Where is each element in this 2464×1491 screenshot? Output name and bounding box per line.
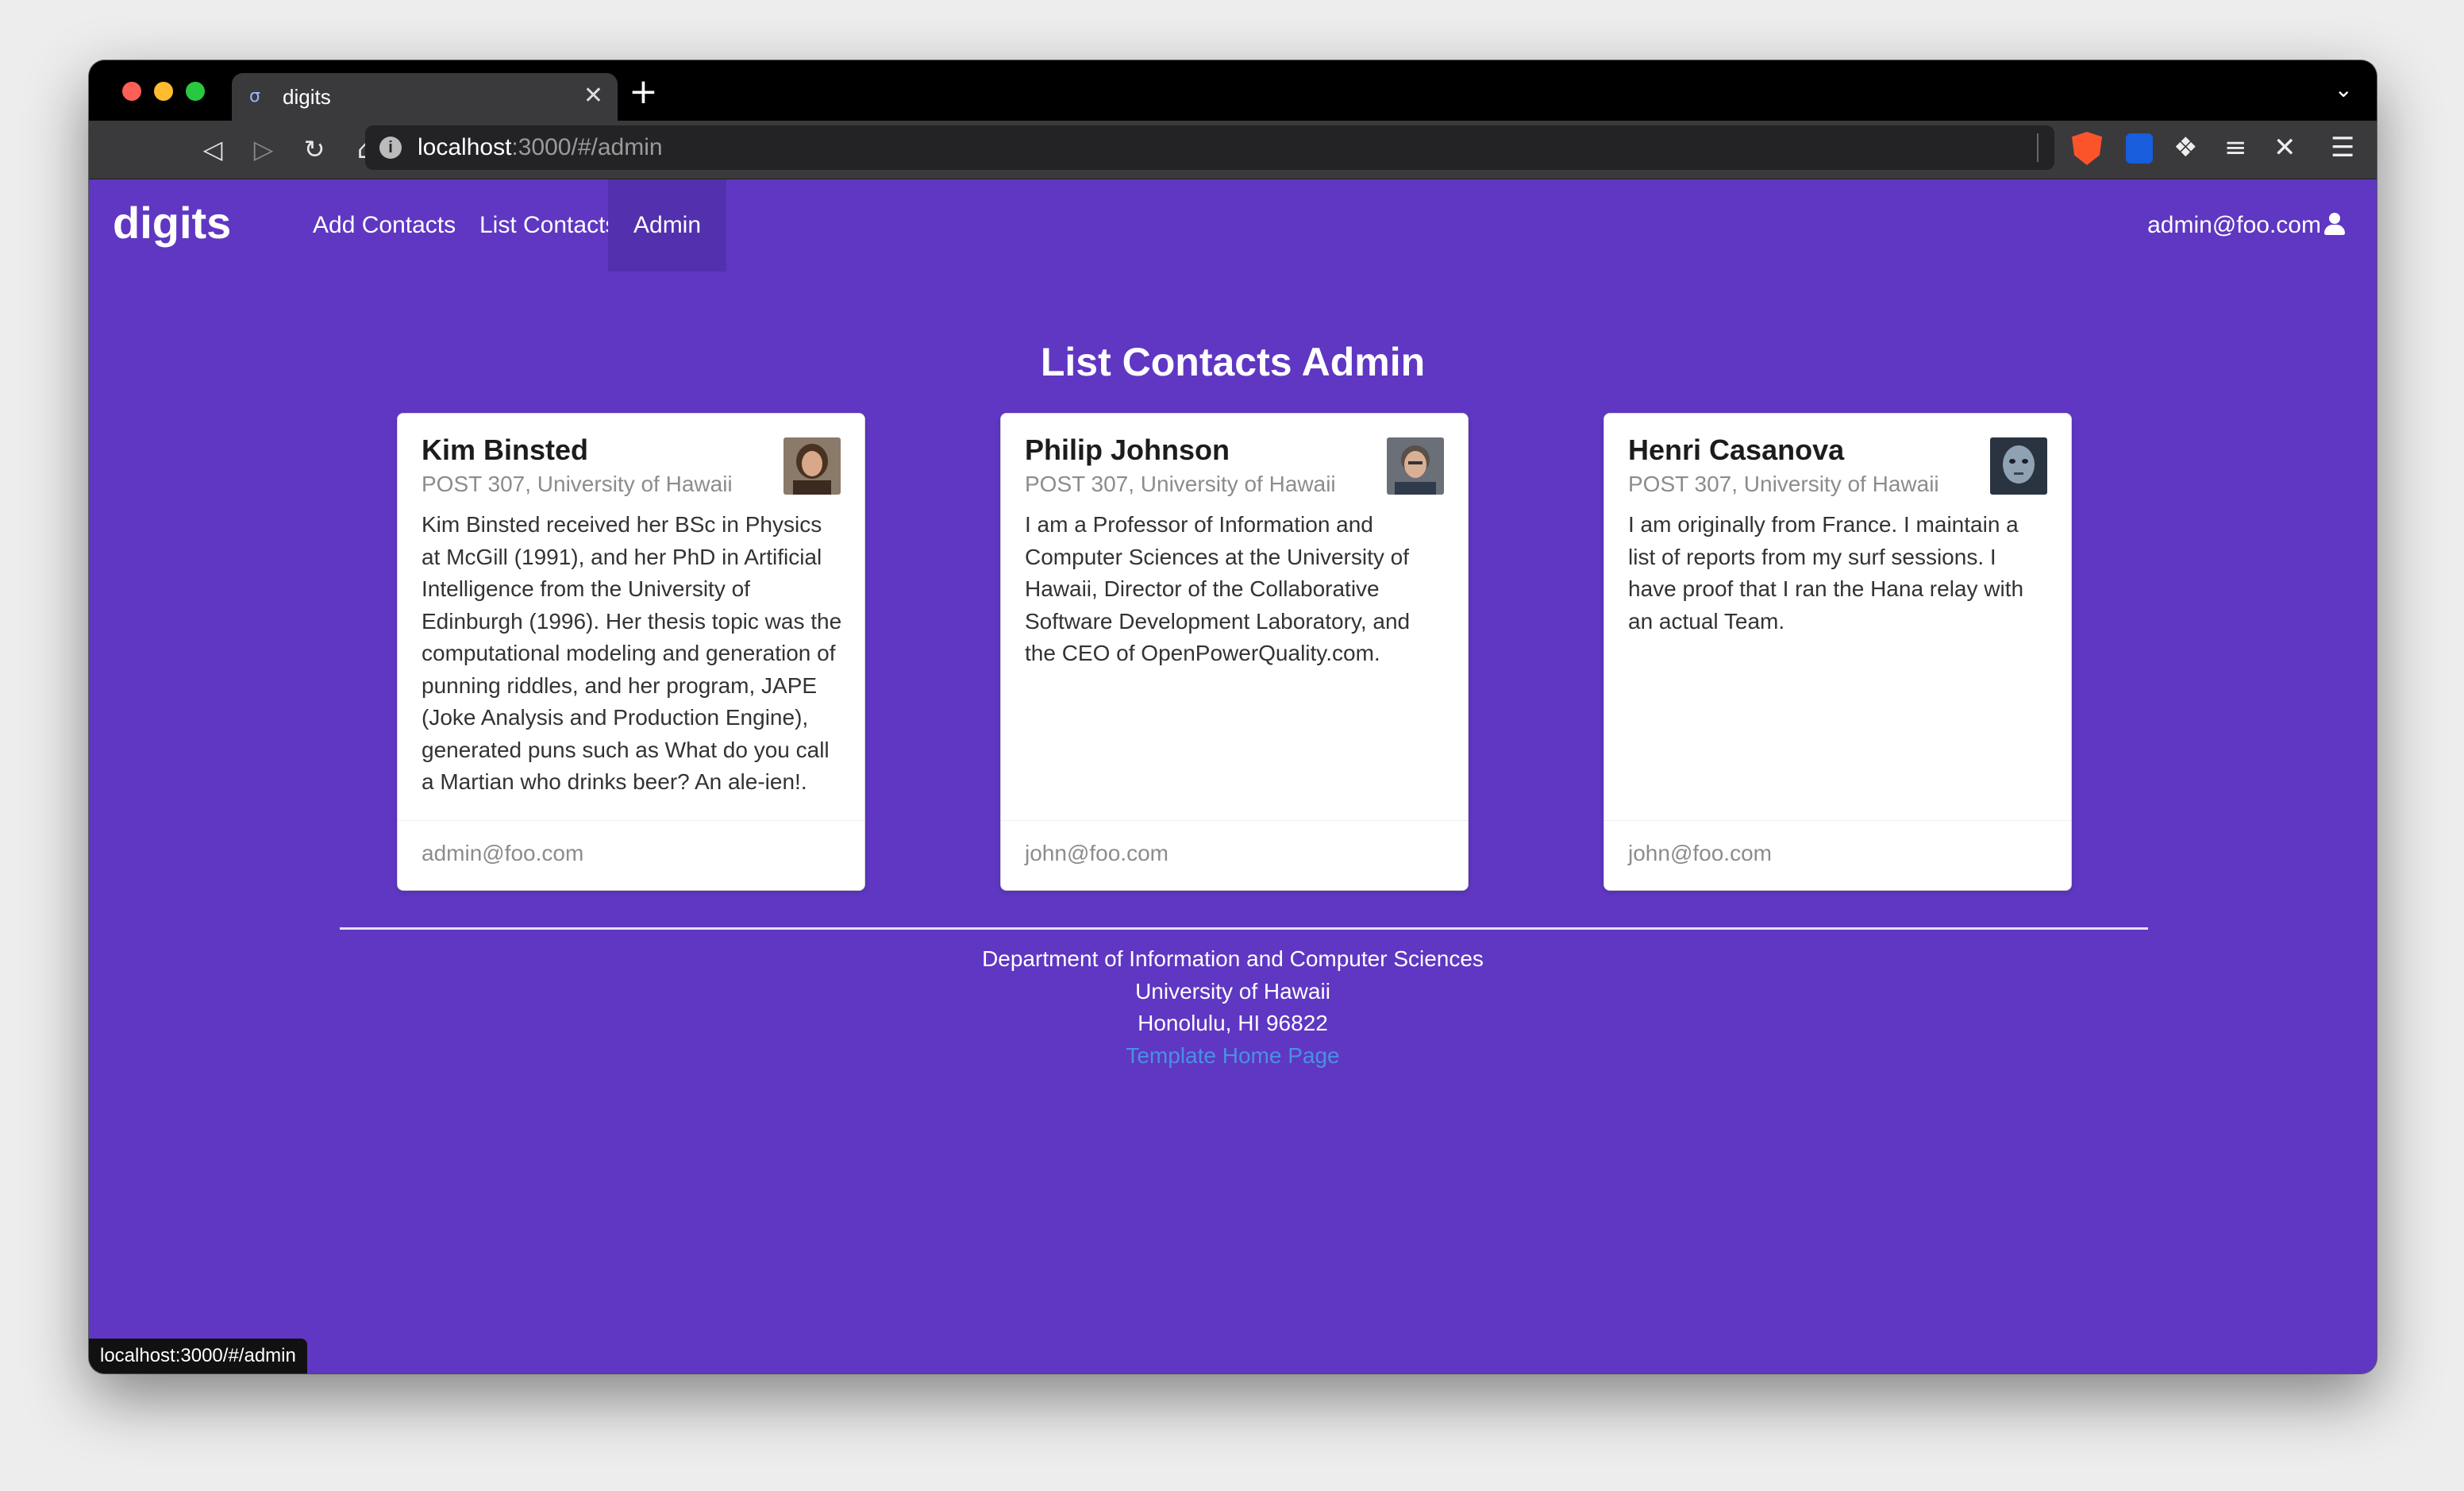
status-bar: localhost:3000/#/admin: [89, 1339, 307, 1373]
forward-icon[interactable]: ▷: [248, 133, 279, 165]
contact-name: Henri Casanova: [1628, 433, 1845, 466]
new-tab-icon[interactable]: +: [629, 73, 658, 111]
footer-city: Honolulu, HI 96822: [1138, 1011, 1328, 1035]
minimize-window-button[interactable]: [154, 82, 173, 101]
tab-strip: σ digits ✕ + ⌄: [89, 60, 2377, 121]
url-host: localhost: [418, 134, 512, 160]
navbar: digits Add Contacts List Contacts Admin …: [89, 179, 2377, 272]
brand-logo[interactable]: digits: [113, 195, 231, 251]
tab-close-icon[interactable]: ✕: [583, 83, 603, 110]
extension-x-icon[interactable]: ✕: [2273, 129, 2297, 167]
nav-add-contacts[interactable]: Add Contacts: [287, 179, 481, 272]
contact-owner: admin@foo.com: [422, 841, 584, 865]
media-queue-icon[interactable]: ≡: [2224, 129, 2247, 167]
contact-description: I am a Professor of Information and Comp…: [1025, 512, 1411, 665]
contact-avatar: [783, 437, 841, 495]
contact-owner: john@foo.com: [1025, 841, 1168, 865]
tab-favicon-icon: σ: [249, 87, 260, 106]
nav-admin[interactable]: Admin: [608, 179, 727, 272]
site-info-icon[interactable]: i: [379, 137, 402, 159]
tab-title: digits: [283, 85, 331, 109]
card-footer: admin@foo.com: [398, 820, 864, 890]
footer-department: Department of Information and Computer S…: [982, 946, 1484, 971]
contact-card: Philip Johnson POST 307, University of H…: [1000, 413, 1469, 891]
contact-name: Philip Johnson: [1025, 433, 1230, 466]
contact-owner: john@foo.com: [1628, 841, 1772, 865]
address-bar[interactable]: i localhost:3000/#/admin: [365, 125, 2054, 170]
user-email: admin@foo.com: [2147, 212, 2321, 238]
maximize-window-button[interactable]: [186, 82, 205, 101]
contact-avatar: [1990, 437, 2047, 495]
url-path: :3000/#/admin: [511, 134, 663, 160]
contact-name: Kim Binsted: [422, 433, 589, 466]
password-manager-icon[interactable]: [2126, 133, 2153, 164]
contact-description: I am originally from France. I maintain …: [1628, 512, 2024, 634]
web-page: digits Add Contacts List Contacts Admin …: [89, 179, 2377, 1373]
browser-menu-icon[interactable]: ☰: [2331, 129, 2354, 167]
contact-address: POST 307, University of Hawaii: [422, 472, 733, 496]
back-icon[interactable]: ◁: [197, 133, 229, 165]
user-menu[interactable]: admin@foo.com: [2147, 179, 2345, 272]
contact-description: Kim Binsted received her BSc in Physics …: [422, 512, 842, 794]
user-icon: [2324, 213, 2345, 235]
contact-address: POST 307, University of Hawaii: [1628, 472, 1939, 496]
contact-address: POST 307, University of Hawaii: [1025, 472, 1336, 496]
footer: Department of Information and Computer S…: [89, 943, 2377, 1072]
footer-divider: [340, 927, 2148, 930]
contact-avatar: [1387, 437, 1444, 495]
card-footer: john@foo.com: [1604, 820, 2071, 890]
reload-icon[interactable]: ↻: [298, 133, 330, 165]
address-bar-divider: [2037, 133, 2039, 162]
tab-list-chevron-icon[interactable]: ⌄: [2335, 76, 2353, 102]
extensions-icon[interactable]: ❖: [2173, 129, 2197, 167]
contact-card: Henri Casanova POST 307, University of H…: [1604, 413, 2072, 891]
card-footer: john@foo.com: [1001, 820, 1468, 890]
contact-card: Kim Binsted POST 307, University of Hawa…: [397, 413, 865, 891]
page-title: List Contacts Admin: [1040, 340, 1426, 384]
url-text[interactable]: localhost:3000/#/admin: [418, 133, 663, 162]
footer-university: University of Hawaii: [1135, 978, 1330, 1004]
close-window-button[interactable]: [122, 82, 141, 101]
browser-window: σ digits ✕ + ⌄ ◁ ▷ ↻ ⌂ ☐ i localhost:300…: [89, 60, 2377, 1373]
template-home-link[interactable]: Template Home Page: [89, 1040, 2377, 1073]
browser-tab[interactable]: σ digits ✕: [232, 73, 618, 121]
